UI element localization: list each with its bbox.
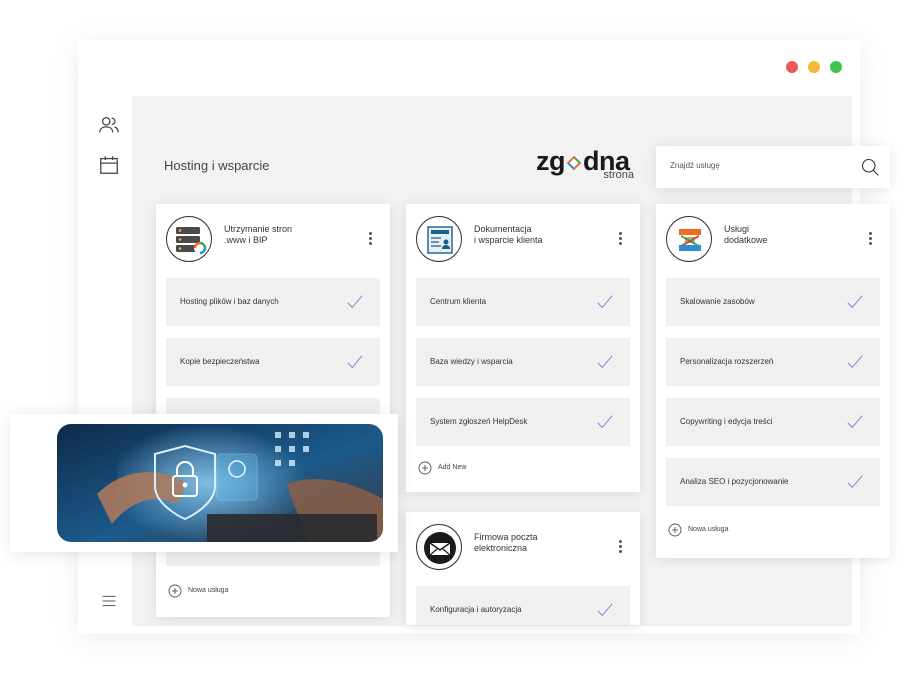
card-header: Usługi dodatkowe (666, 214, 880, 262)
more-options-icon[interactable] (614, 540, 626, 556)
task-row[interactable]: Hosting plików i baz danych (166, 278, 380, 326)
window-maximize-button[interactable] (830, 61, 842, 73)
task-label: Skalowanie zasobów (680, 297, 755, 306)
check-icon (597, 415, 613, 429)
logo-mark-icon (566, 155, 582, 171)
add-icon (668, 523, 682, 537)
search-placeholder: Znajdź usługę (670, 161, 720, 170)
add-label: Nowa usługa (688, 526, 729, 533)
task-label: Copywriting i edycja treści (680, 417, 773, 426)
zgodna-logo: zg dna strona (536, 148, 636, 182)
window-minimize-button[interactable] (808, 61, 820, 73)
mail-icon (416, 524, 462, 570)
task-label: Personalizacja rozszerzeń (680, 357, 774, 366)
service-card-hosting: Utrzymanie stron .www i BIP Hosting plik… (156, 204, 390, 617)
task-row[interactable]: Baza wiedzy i wsparcia (416, 338, 630, 386)
task-row[interactable]: Skalowanie zasobów (666, 278, 880, 326)
check-icon (597, 295, 613, 309)
check-icon (847, 415, 863, 429)
task-row[interactable]: System zgłoszeń HelpDesk (416, 398, 630, 446)
card-title: Firmowa poczta elektroniczna (474, 532, 538, 553)
task-label: Analiza SEO i pozycjonowanie (680, 477, 789, 486)
task-label: Centrum klienta (430, 297, 487, 306)
check-icon (347, 355, 363, 369)
service-card-documentation: Dokumentacja i wsparcie klienta Centrum … (406, 204, 640, 492)
task-row[interactable]: Centrum klienta (416, 278, 630, 326)
logo-subtitle: strona (603, 169, 634, 181)
task-label: System zgłoszeń HelpDesk (430, 417, 528, 426)
search-input[interactable]: Znajdź usługę (656, 146, 890, 188)
search-icon[interactable] (860, 157, 880, 177)
more-options-icon[interactable] (364, 232, 376, 248)
page-title: Hosting i wsparcie (164, 158, 270, 173)
task-row[interactable]: Analiza SEO i pozycjonowanie (666, 458, 880, 506)
document-icon (416, 216, 462, 262)
window-close-button[interactable] (786, 61, 798, 73)
add-icon (168, 584, 182, 598)
check-icon (597, 603, 613, 617)
menu-icon[interactable] (98, 590, 120, 612)
task-label: Hosting plików i baz danych (180, 297, 279, 306)
task-label: Kopie bezpieczeństwa (180, 357, 260, 366)
task-row[interactable]: Konfiguracja i autoryzacja (416, 586, 630, 625)
task-label: Baza wiedzy i wsparcia (430, 357, 513, 366)
card-header: Dokumentacja i wsparcie klienta (416, 214, 630, 262)
security-lock-image (57, 424, 383, 542)
service-card-additional: Usługi dodatkowe Skalowanie zasobów Pers… (656, 204, 890, 558)
card-header: Utrzymanie stron .www i BIP (166, 214, 380, 262)
server-icon (166, 216, 212, 262)
add-label: Add New (438, 464, 467, 471)
task-row[interactable]: Kopie bezpieczeństwa (166, 338, 380, 386)
task-label: Konfiguracja i autoryzacja (430, 605, 522, 614)
add-label: Nowa usługa (188, 587, 229, 594)
logo-text-left: zg (536, 146, 566, 176)
extensions-icon (666, 216, 712, 262)
more-options-icon[interactable] (864, 232, 876, 248)
card-header: Firmowa poczta elektroniczna (416, 522, 630, 570)
users-icon[interactable] (98, 114, 120, 136)
check-icon (597, 355, 613, 369)
card-title: Dokumentacja i wsparcie klienta (474, 224, 543, 245)
feature-image-panel (10, 414, 398, 552)
check-icon (847, 295, 863, 309)
check-icon (347, 295, 363, 309)
card-title: Utrzymanie stron .www i BIP (224, 224, 293, 245)
service-card-mail: Firmowa poczta elektroniczna Konfiguracj… (406, 512, 640, 625)
card-title: Usługi dodatkowe (724, 224, 768, 245)
check-icon (847, 475, 863, 489)
check-icon (847, 355, 863, 369)
more-options-icon[interactable] (614, 232, 626, 248)
task-row[interactable]: Personalizacja rozszerzeń (666, 338, 880, 386)
add-icon (418, 461, 432, 475)
app-screen: Hosting i wsparcie zg dna strona Znajdź … (0, 0, 900, 675)
task-row[interactable]: Copywriting i edycja treści (666, 398, 880, 446)
calendar-icon[interactable] (98, 154, 120, 176)
